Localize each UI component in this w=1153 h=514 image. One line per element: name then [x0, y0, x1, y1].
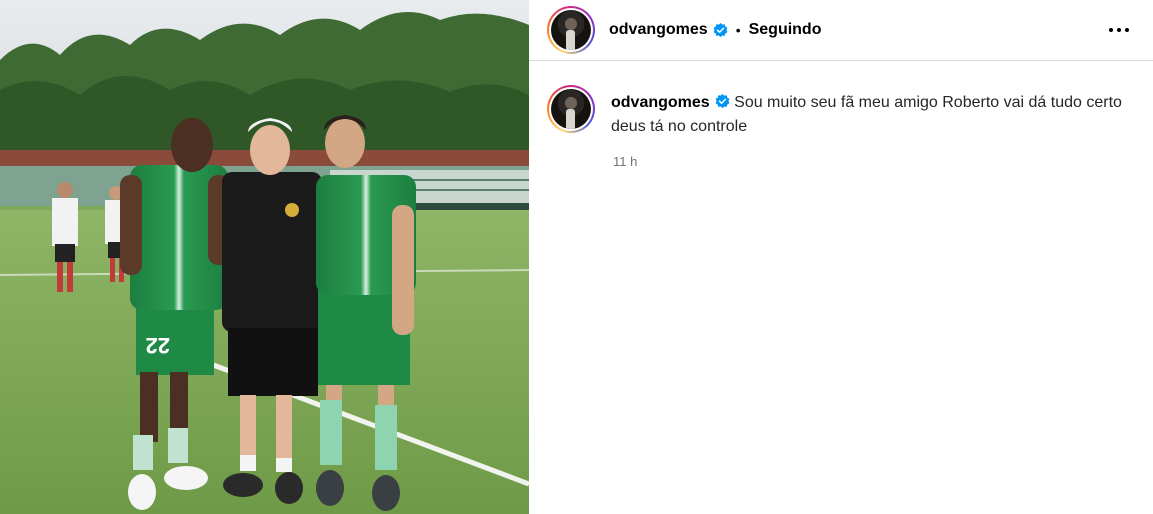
separator-dot: • [735, 22, 741, 38]
caption-timestamp[interactable]: 11 h [613, 154, 637, 169]
author-avatar[interactable] [547, 6, 595, 54]
following-button[interactable]: Seguindo [749, 21, 822, 39]
verified-badge-icon [715, 94, 730, 109]
avatar-image [551, 89, 591, 129]
post-photo[interactable]: 22 [0, 0, 529, 514]
post-header: odvangomes • Seguindo [529, 0, 1153, 61]
caption-author-username[interactable]: odvangomes [611, 94, 710, 111]
avatar-image [551, 10, 591, 50]
more-options-icon[interactable] [1107, 18, 1131, 42]
jersey-number: 22 [146, 333, 170, 358]
verified-badge-icon [713, 22, 728, 37]
author-username[interactable]: odvangomes [609, 21, 708, 39]
caption: odvangomes Sou muito seu fã meu amigo Ro… [547, 85, 1137, 139]
caption-author-avatar[interactable] [547, 85, 595, 133]
soccer-players-photo: 22 [0, 0, 529, 514]
post-panel: odvangomes • Seguindo odvangomes Sou mui… [529, 0, 1153, 514]
caption-text-block: odvangomes Sou muito seu fã meu amigo Ro… [611, 91, 1131, 139]
